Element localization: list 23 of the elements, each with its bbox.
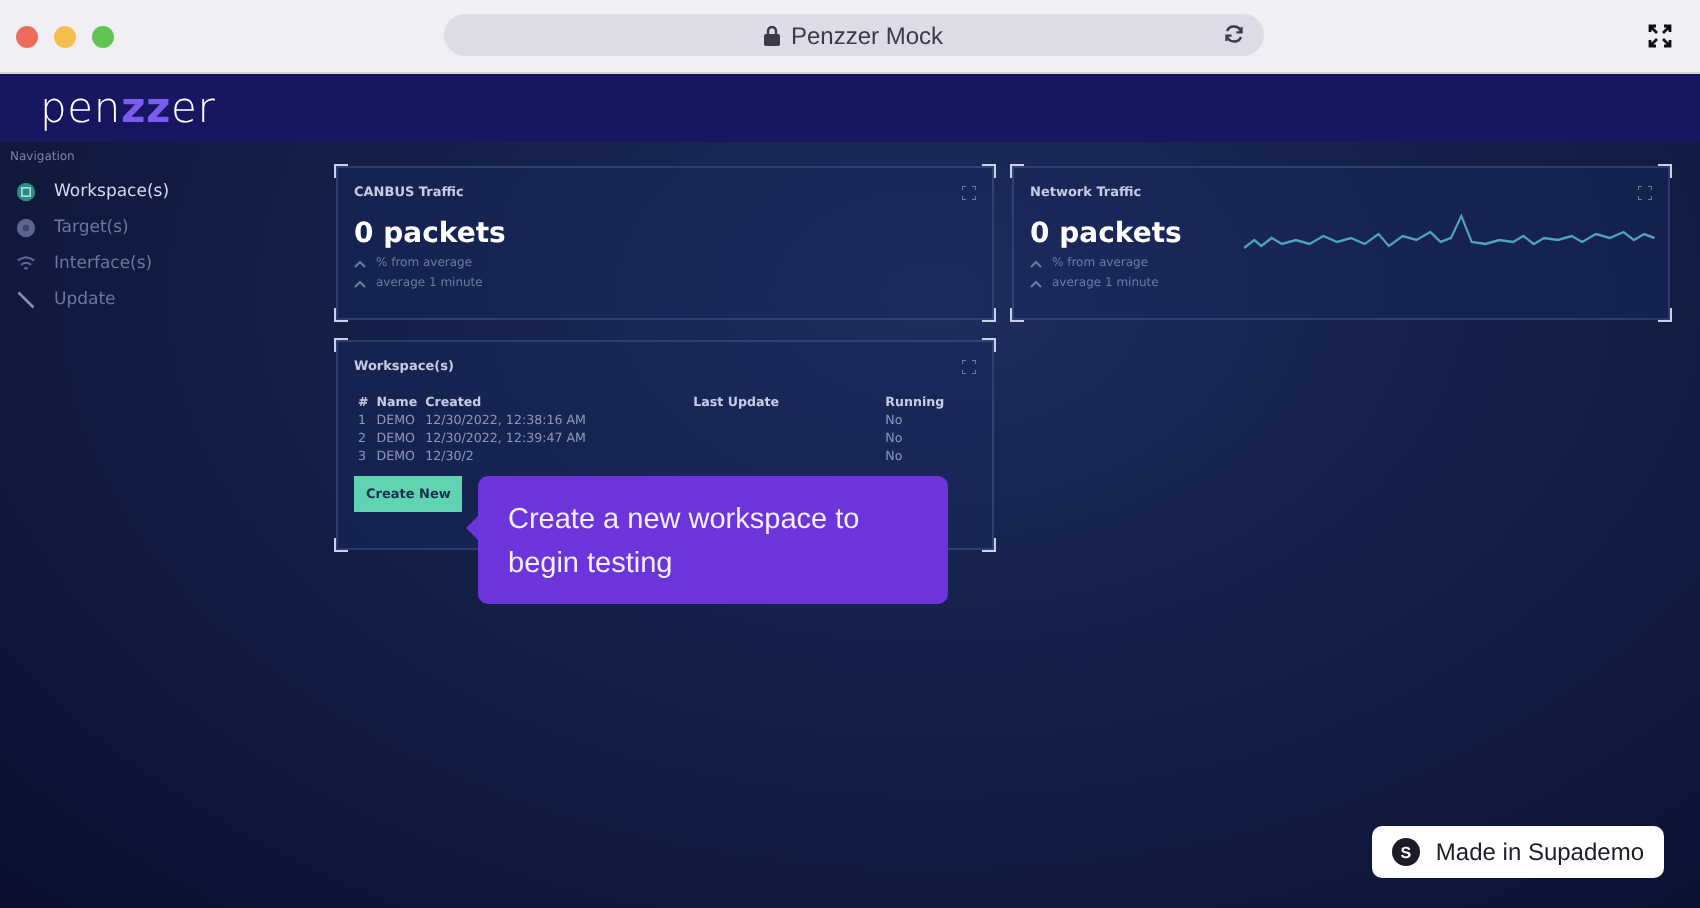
nav-item[interactable]: Workspace(s) — [10, 180, 310, 204]
expand-icon[interactable] — [962, 360, 976, 374]
nav-item[interactable]: Interface(s) — [10, 252, 310, 276]
nav-item[interactable]: Update — [10, 288, 310, 312]
supademo-badge[interactable]: S Made in Supademo — [1371, 826, 1664, 878]
expand-icon[interactable] — [1638, 186, 1652, 200]
fullscreen-icon[interactable] — [1648, 24, 1672, 48]
nav-item[interactable]: Target(s) — [10, 216, 310, 240]
cube-icon — [16, 182, 36, 202]
close-button[interactable] — [16, 25, 38, 47]
address-bar[interactable]: Penzzer Mock — [444, 14, 1264, 56]
expand-icon[interactable] — [962, 186, 976, 200]
tooltip-arrow — [466, 516, 478, 540]
page-title: Penzzer Mock — [790, 21, 944, 49]
maximize-button[interactable] — [92, 25, 114, 47]
wifi-icon — [16, 254, 36, 274]
lock-icon — [764, 25, 781, 45]
packet-count: 0 packets — [1030, 218, 1182, 250]
reload-icon[interactable] — [1224, 24, 1244, 44]
target-icon — [16, 218, 36, 238]
packet-count: 0 packets — [354, 218, 506, 250]
logo[interactable]: penzzer — [40, 84, 216, 132]
logo-icon: S — [1391, 838, 1420, 866]
